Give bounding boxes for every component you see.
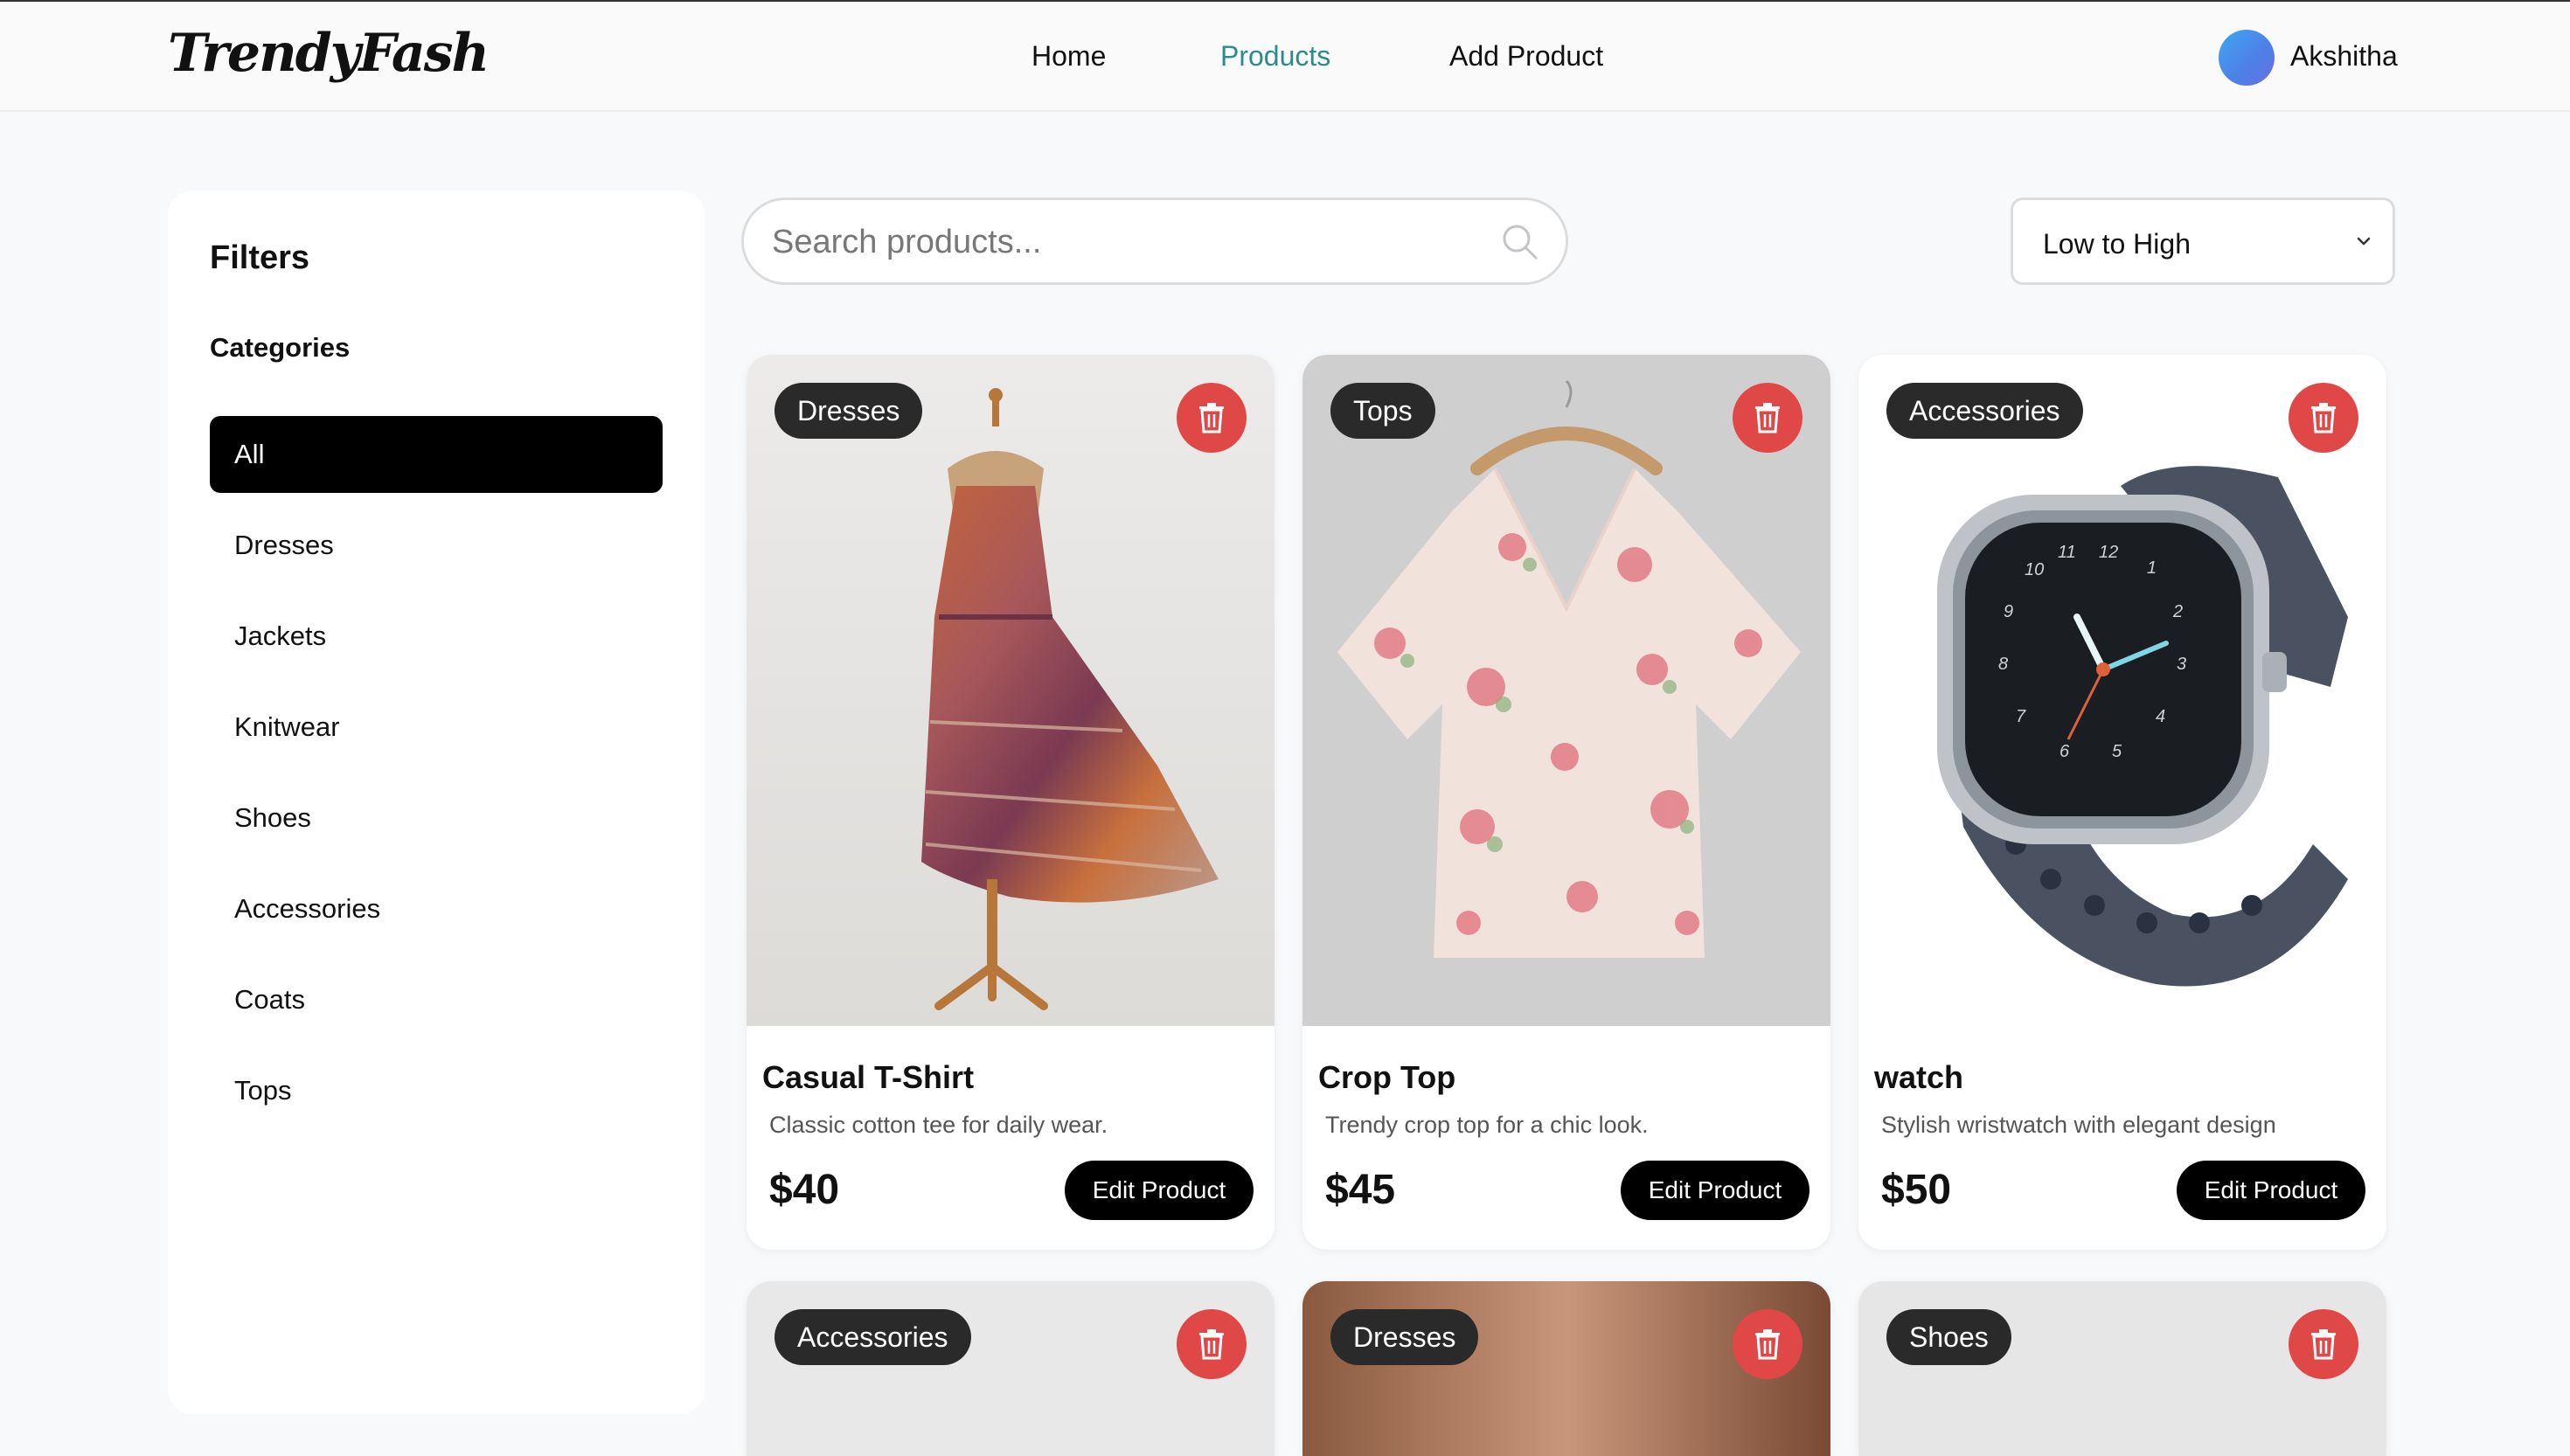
- navbar: TrendyFash Home Products Add Product Aks…: [0, 2, 2570, 112]
- product-price: $50: [1881, 1167, 1952, 1213]
- svg-text:4: 4: [2156, 707, 2165, 726]
- product-description: Stylish wristwatch with elegant design: [1881, 1112, 2276, 1138]
- svg-text:12: 12: [2099, 543, 2118, 562]
- category-badge: Dresses: [774, 383, 923, 439]
- product-card[interactable]: Shoes: [1858, 1281, 2386, 1456]
- category-accessories[interactable]: Accessories: [210, 870, 663, 947]
- product-image-dress[interactable]: [747, 355, 1275, 1026]
- nav-add-product[interactable]: Add Product: [1449, 40, 1603, 73]
- product-card[interactable]: Tops Crop Top Trendy crop top for a chic…: [1302, 355, 1830, 1250]
- filters-sidebar: Filters Categories All Dresses Jackets K…: [168, 191, 705, 1414]
- svg-text:6: 6: [2059, 742, 2070, 761]
- product-card[interactable]: 12 1 2 345 678 9 10 11 Accessories watch Sty…: [1858, 355, 2386, 1250]
- delete-button[interactable]: [1177, 383, 1247, 453]
- trash-icon: [2311, 403, 2336, 433]
- product-price: $40: [769, 1167, 840, 1213]
- product-description: Classic cotton tee for daily wear.: [769, 1112, 1108, 1138]
- search-input[interactable]: [772, 219, 1454, 265]
- nav-products[interactable]: Products: [1220, 40, 1330, 73]
- product-name: Crop Top: [1318, 1059, 1456, 1095]
- category-knitwear[interactable]: Knitwear: [210, 689, 663, 766]
- category-badge: Accessories: [774, 1309, 971, 1365]
- edit-product-button[interactable]: Edit Product: [1065, 1161, 1254, 1220]
- filters-title: Filters: [210, 239, 310, 276]
- product-price: $45: [1325, 1167, 1396, 1213]
- category-all[interactable]: All: [210, 416, 663, 493]
- category-badge: Dresses: [1330, 1309, 1479, 1365]
- product-name: Casual T-Shirt: [762, 1059, 975, 1095]
- category-badge: Accessories: [1886, 383, 2083, 439]
- sort-select[interactable]: Low to High: [2011, 198, 2395, 285]
- search-box: [741, 198, 1568, 285]
- svg-text:3: 3: [2177, 655, 2186, 674]
- delete-button[interactable]: [2289, 1309, 2358, 1379]
- product-card[interactable]: Dresses Casual T-Shirt Classic cotton te…: [747, 355, 1275, 1250]
- svg-text:9: 9: [2004, 602, 2013, 621]
- svg-text:5: 5: [2112, 742, 2122, 761]
- avatar[interactable]: [2219, 30, 2275, 86]
- nav-home[interactable]: Home: [1031, 40, 1106, 73]
- delete-button[interactable]: [1733, 1309, 1802, 1379]
- category-tops[interactable]: Tops: [210, 1052, 663, 1129]
- trash-icon: [1199, 403, 1224, 433]
- username[interactable]: Akshitha: [2290, 40, 2398, 73]
- delete-button[interactable]: [2289, 383, 2358, 453]
- product-name: watch: [1874, 1059, 1964, 1095]
- trash-icon: [2311, 1329, 2336, 1360]
- svg-text:7: 7: [2016, 707, 2026, 726]
- chevron-down-icon: [2357, 237, 2371, 246]
- search-icon[interactable]: [1501, 223, 1539, 261]
- product-card[interactable]: Dresses: [1302, 1281, 1830, 1456]
- category-dresses[interactable]: Dresses: [210, 507, 663, 584]
- category-coats[interactable]: Coats: [210, 961, 663, 1038]
- category-badge: Tops: [1330, 383, 1435, 439]
- edit-product-button[interactable]: Edit Product: [2177, 1161, 2365, 1220]
- product-image-watch[interactable]: 12 1 2 345 678 9 10 11: [1858, 355, 2386, 1026]
- product-description: Trendy crop top for a chic look.: [1325, 1112, 1649, 1138]
- delete-button[interactable]: [1177, 1309, 1247, 1379]
- categories-title: Categories: [210, 332, 351, 363]
- category-jackets[interactable]: Jackets: [210, 598, 663, 675]
- delete-button[interactable]: [1733, 383, 1802, 453]
- svg-text:10: 10: [2025, 560, 2044, 579]
- product-card[interactable]: Accessories: [747, 1281, 1275, 1456]
- product-image-top[interactable]: [1302, 355, 1830, 1026]
- sort-selected-value: Low to High: [2043, 228, 2191, 260]
- category-shoes[interactable]: Shoes: [210, 780, 663, 856]
- edit-product-button[interactable]: Edit Product: [1621, 1161, 1809, 1220]
- svg-text:2: 2: [2172, 602, 2183, 621]
- trash-icon: [1755, 1329, 1780, 1360]
- trash-icon: [1755, 403, 1780, 433]
- category-badge: Shoes: [1886, 1309, 2011, 1365]
- svg-text:8: 8: [1998, 655, 2008, 674]
- svg-text:11: 11: [2058, 543, 2076, 562]
- brand-logo[interactable]: TrendyFash: [168, 23, 490, 84]
- svg-text:1: 1: [2147, 558, 2157, 578]
- trash-icon: [1199, 1329, 1224, 1360]
